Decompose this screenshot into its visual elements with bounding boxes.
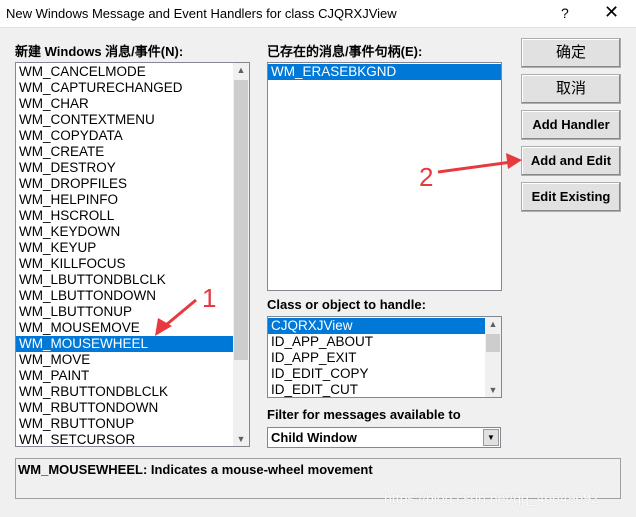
arrow-2 — [437, 160, 513, 174]
arrow-2-head — [506, 153, 522, 169]
annotation-1: 1 — [202, 283, 217, 313]
annotation-arrows — [155, 153, 522, 336]
annotation-2: 2 — [419, 162, 434, 192]
